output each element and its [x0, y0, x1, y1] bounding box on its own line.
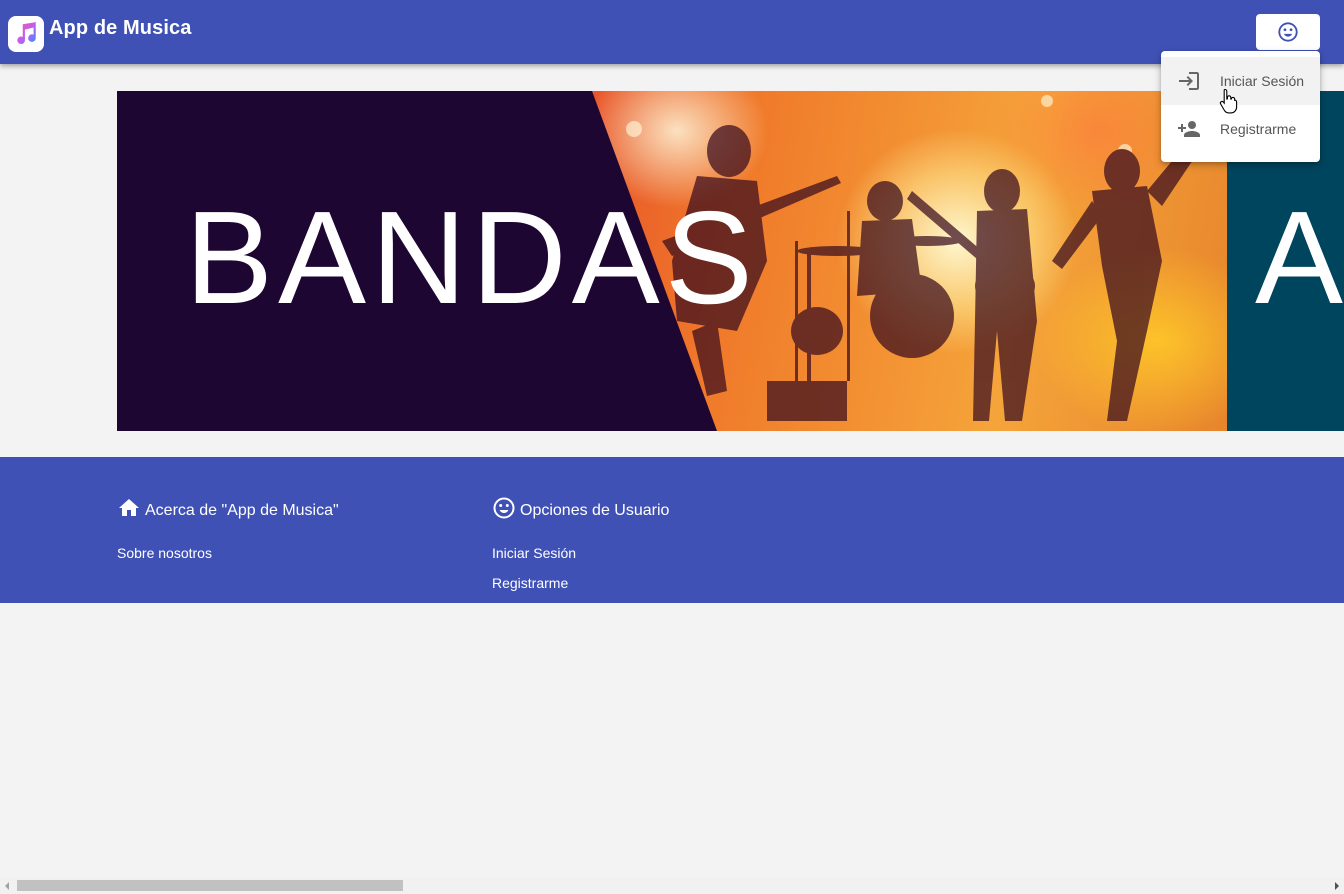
menu-item-registrarme[interactable]: Registrarme	[1161, 105, 1320, 153]
footer-about-heading: Acerca de "App de Musica"	[117, 495, 339, 521]
person-add-icon	[1177, 117, 1201, 141]
menu-item-label: Registrarme	[1220, 121, 1297, 137]
user-dropdown-menu: Iniciar Sesión Registrarme	[1161, 51, 1320, 162]
home-icon	[119, 499, 139, 516]
footer-user-title: Opciones de Usuario	[520, 502, 670, 519]
scroll-right-arrow-icon[interactable]	[1335, 882, 1339, 890]
footer-user-heading: Opciones de Usuario	[492, 495, 669, 521]
top-toolbar: App de Musica	[0, 0, 1344, 64]
footer-link-registrarme[interactable]: Registrarme	[492, 575, 669, 591]
menu-item-iniciar-sesion[interactable]: Iniciar Sesión	[1161, 57, 1320, 105]
footer-link-sobre-nosotros[interactable]: Sobre nosotros	[117, 545, 339, 561]
footer-link-iniciar-sesion[interactable]: Iniciar Sesión	[492, 545, 669, 561]
scroll-left-arrow-icon[interactable]	[5, 882, 9, 890]
user-menu-button[interactable]	[1256, 14, 1320, 50]
login-icon	[1177, 69, 1201, 93]
next-slide-title: A	[1255, 184, 1344, 331]
footer-about-title: Acerca de "App de Musica"	[145, 502, 339, 519]
footer-about-section: Acerca de "App de Musica" Sobre nosotros	[117, 495, 339, 561]
menu-item-label: Iniciar Sesión	[1220, 73, 1305, 89]
scrollbar-thumb[interactable]	[17, 880, 403, 891]
site-footer: Acerca de "App de Musica" Sobre nosotros…	[0, 457, 1344, 603]
hero-carousel[interactable]: BANDAS A	[117, 91, 1344, 431]
footer-user-options-section: Opciones de Usuario Iniciar Sesión Regis…	[492, 495, 669, 591]
horizontal-scrollbar[interactable]	[0, 877, 1344, 894]
hero-title: BANDAS	[185, 184, 758, 331]
smiley-face-icon	[493, 497, 515, 519]
smiley-face-icon	[1278, 22, 1298, 42]
app-logo[interactable]	[8, 16, 44, 52]
app-title[interactable]: App de Musica	[49, 17, 191, 40]
music-note-icon	[17, 22, 36, 45]
